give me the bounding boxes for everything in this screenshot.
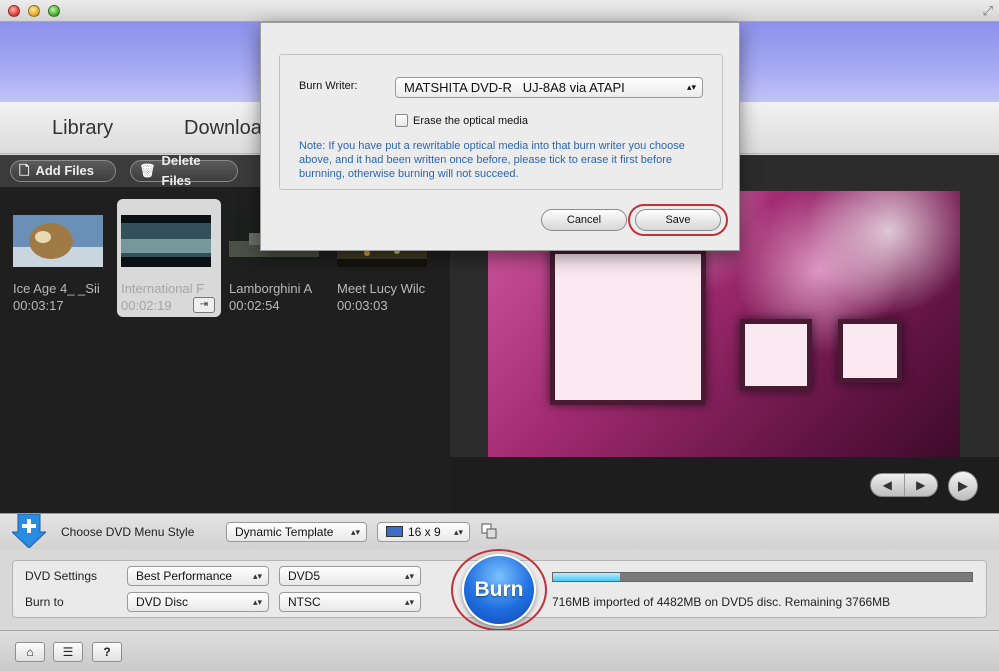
burn-target-select[interactable]: DVD Disc ▴▾ [127, 592, 269, 612]
menu-style-bar: Choose DVD Menu Style Dynamic Template ▴… [0, 513, 999, 549]
updown-arrow-icon: ▴▾ [404, 597, 414, 607]
updown-arrow-icon: ▴▾ [350, 527, 360, 537]
clip-duration: 00:02:54 [229, 298, 280, 313]
disc-usage-status: 716MB imported of 4482MB on DVD5 disc. R… [552, 595, 891, 609]
updown-arrow-icon: ▴▾ [252, 571, 262, 581]
updown-arrow-icon: ▴▾ [404, 571, 414, 581]
help-button[interactable]: ? [92, 642, 122, 662]
tab-download[interactable]: Downloa [184, 117, 262, 140]
monitor-icon [386, 526, 403, 537]
add-files-label: Add Files [35, 163, 94, 178]
quality-value: Best Performance [136, 569, 233, 583]
play-preview-button[interactable]: ▶ [948, 471, 978, 501]
add-menu-arrow-icon[interactable] [12, 514, 46, 548]
export-icon[interactable]: ⇥ [193, 297, 215, 313]
quality-select[interactable]: Best Performance ▴▾ [127, 566, 269, 586]
updown-arrow-icon: ▴▾ [252, 597, 262, 607]
clip-thumbnail [13, 215, 103, 267]
burn-to-label: Burn to [25, 595, 64, 609]
burn-writer-dialog: Burn Writer: MATSHITA DVD-R UJ-8A8 via A… [260, 22, 740, 251]
clip-name: Meet Lucy Wilc [337, 281, 426, 296]
minimize-window-button[interactable] [28, 5, 40, 17]
home-icon: ⌂ [26, 645, 34, 659]
zoom-window-button[interactable] [48, 5, 60, 17]
preview-page-nav: ◀ ▶ [870, 473, 938, 497]
add-files-button[interactable]: 🗋 Add Files [10, 160, 116, 182]
menu-template-value: Dynamic Template [235, 525, 334, 539]
clip-name: Ice Age 4_ _Sii [13, 281, 100, 296]
preview-frame [550, 249, 706, 405]
burn-writer-label: Burn Writer: [299, 80, 358, 92]
dvd-settings-label: DVD Settings [25, 569, 98, 583]
add-file-icon: 🗋 [19, 163, 30, 178]
clip-name: Lamborghini A [229, 281, 313, 296]
updown-arrow-icon: ▴▾ [453, 527, 463, 537]
clip-item[interactable]: Ice Age 4_ _Sii 00:03:17 [9, 199, 113, 317]
burn-writer-value: MATSHITA DVD-R UJ-8A8 via ATAPI [404, 80, 625, 95]
preview-frame [838, 319, 902, 383]
erase-media-option[interactable]: Erase the optical media [395, 114, 528, 127]
close-window-button[interactable] [8, 5, 20, 17]
delete-files-button[interactable]: 🗑 Delete Files [130, 153, 238, 188]
clip-duration: 00:03:03 [337, 298, 388, 313]
disc-usage-fill [553, 573, 621, 581]
home-button[interactable]: ⌂ [15, 642, 45, 662]
tv-standard-select[interactable]: NTSC ▴▾ [279, 592, 421, 612]
aspect-ratio-value: 16 x 9 [408, 525, 441, 539]
delete-files-label: Delete Files [161, 153, 201, 188]
trash-icon: 🗑 [139, 163, 156, 178]
preview-frame [740, 319, 812, 391]
disc-type-value: DVD5 [288, 569, 321, 583]
aspect-ratio-select[interactable]: 16 x 9 ▴▾ [377, 522, 470, 542]
erase-media-checkbox[interactable] [395, 114, 408, 127]
cancel-button[interactable]: Cancel [541, 209, 627, 231]
menu-button[interactable]: ☰ [53, 642, 83, 662]
disc-type-select[interactable]: DVD5 ▴▾ [279, 566, 421, 586]
save-button[interactable]: Save [635, 209, 721, 231]
list-icon: ☰ [62, 645, 74, 659]
bottom-bar: ⌂ ☰ ? [0, 630, 999, 671]
clip-duration: 00:02:19 [121, 298, 172, 313]
next-page-icon[interactable]: ▶ [905, 474, 938, 496]
updown-arrow-icon: ▴▾ [686, 82, 696, 92]
clip-duration: 00:03:17 [13, 298, 64, 313]
clip-name: International F [121, 281, 205, 296]
erase-media-label: Erase the optical media [413, 114, 528, 127]
disc-usage-bar [552, 572, 973, 582]
tv-standard-value: NTSC [288, 595, 321, 609]
burn-writer-select[interactable]: MATSHITA DVD-R UJ-8A8 via ATAPI ▴▾ [395, 77, 703, 98]
menu-style-label: Choose DVD Menu Style [61, 525, 195, 539]
erase-note-text: Note: If you have put a rewritable optic… [299, 140, 685, 180]
aspect-toggle-icon[interactable] [481, 523, 497, 539]
fullscreen-icon[interactable]: ⤢ [983, 3, 993, 19]
burn-button[interactable]: Burn [462, 554, 536, 626]
clip-thumbnail [121, 215, 211, 267]
burn-target-value: DVD Disc [136, 595, 189, 609]
tab-library[interactable]: Library [52, 117, 113, 140]
menu-template-select[interactable]: Dynamic Template ▴▾ [226, 522, 367, 542]
window-titlebar: ⤢ [0, 0, 999, 22]
previous-page-icon[interactable]: ◀ [871, 474, 905, 496]
clip-item-selected[interactable]: International F 00:02:19 ⇥ [117, 199, 221, 317]
